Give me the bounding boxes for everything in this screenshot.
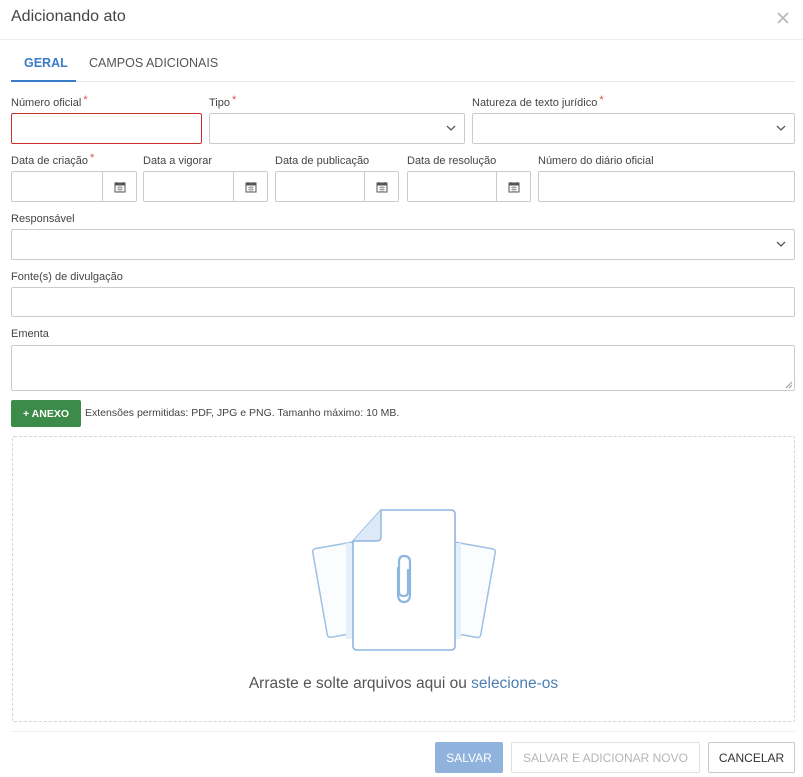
- tipo-label: Tipo *: [209, 94, 237, 109]
- save-and-add-new-button[interactable]: SALVAR E ADICIONAR NOVO: [511, 742, 700, 773]
- data-criacao-field[interactable]: [11, 171, 137, 202]
- dropzone-text: Arraste e solte arquivos aqui ou: [248, 675, 467, 692]
- fontes-input[interactable]: [12, 288, 794, 316]
- natureza-label: Natureza de texto jurídico *: [472, 94, 604, 109]
- data-resolucao-label: Data de resolução: [407, 155, 497, 167]
- numero-oficial-input[interactable]: [12, 114, 201, 143]
- dialog-title: Adicionando ato: [11, 8, 126, 25]
- ementa-field[interactable]: [11, 345, 795, 391]
- tipo-select[interactable]: [209, 113, 465, 144]
- chevron-down-icon: [446, 125, 456, 131]
- numero-diario-label: Número do diário oficial: [538, 155, 654, 167]
- data-publicacao-field[interactable]: [275, 171, 399, 202]
- responsavel-label: Responsável: [11, 213, 75, 225]
- select-files-link[interactable]: selecione-os: [471, 675, 558, 692]
- numero-oficial-label: Número oficial *: [11, 94, 88, 109]
- calendar-icon[interactable]: [233, 172, 267, 201]
- required-mark: *: [232, 94, 237, 106]
- data-vigorar-label: Data a vigorar: [143, 155, 213, 167]
- file-dropzone[interactable]: Arraste e solte arquivos aqui ou selecio…: [12, 436, 795, 722]
- responsavel-select[interactable]: [11, 229, 795, 260]
- numero-diario-field[interactable]: [538, 171, 795, 202]
- data-resolucao-field[interactable]: [407, 171, 531, 202]
- numero-oficial-field[interactable]: [11, 113, 202, 144]
- calendar-icon[interactable]: [364, 172, 398, 201]
- fontes-label: Fonte(s) de divulgação: [11, 271, 123, 283]
- tab-campos-adicionais[interactable]: CAMPOS ADICIONAIS: [89, 56, 218, 70]
- chevron-down-icon: [776, 125, 786, 131]
- data-criacao-input[interactable]: [12, 172, 102, 201]
- add-attachment-button[interactable]: + ANEXO: [11, 400, 81, 427]
- data-publicacao-label: Data de publicação: [275, 155, 370, 167]
- ementa-label: Ementa: [11, 328, 49, 340]
- calendar-icon[interactable]: [496, 172, 530, 201]
- allowed-extensions-text: Extensões permitidas: PDF, JPG e PNG. Ta…: [85, 407, 400, 419]
- dialog-header: Adicionando ato: [0, 0, 803, 40]
- tab-geral[interactable]: GERAL: [24, 56, 68, 70]
- required-mark: *: [83, 94, 88, 106]
- tab-bar: GERAL CAMPOS ADICIONAIS: [11, 48, 795, 82]
- data-resolucao-input[interactable]: [408, 172, 498, 201]
- close-icon[interactable]: [773, 8, 793, 28]
- data-vigorar-input[interactable]: [144, 172, 234, 201]
- numero-diario-input[interactable]: [539, 172, 794, 201]
- required-mark: *: [90, 152, 95, 164]
- calendar-icon[interactable]: [102, 172, 136, 201]
- data-vigorar-field[interactable]: [143, 171, 268, 202]
- footer-divider: [11, 731, 795, 732]
- dropzone-instructions: Arraste e solte arquivos aqui ou selecio…: [13, 675, 794, 693]
- chevron-down-icon: [776, 241, 786, 247]
- ementa-textarea[interactable]: [12, 346, 794, 390]
- data-criacao-label: Data de criação *: [11, 152, 95, 167]
- paperclip-icon: [396, 554, 412, 604]
- required-mark: *: [599, 94, 604, 106]
- fontes-field[interactable]: [11, 287, 795, 317]
- save-button[interactable]: SALVAR: [435, 742, 503, 773]
- active-tab-indicator: [11, 80, 76, 82]
- resize-grip-icon[interactable]: [785, 381, 793, 389]
- natureza-select[interactable]: [472, 113, 795, 144]
- cancel-button[interactable]: CANCELAR: [708, 742, 795, 773]
- data-publicacao-input[interactable]: [276, 172, 366, 201]
